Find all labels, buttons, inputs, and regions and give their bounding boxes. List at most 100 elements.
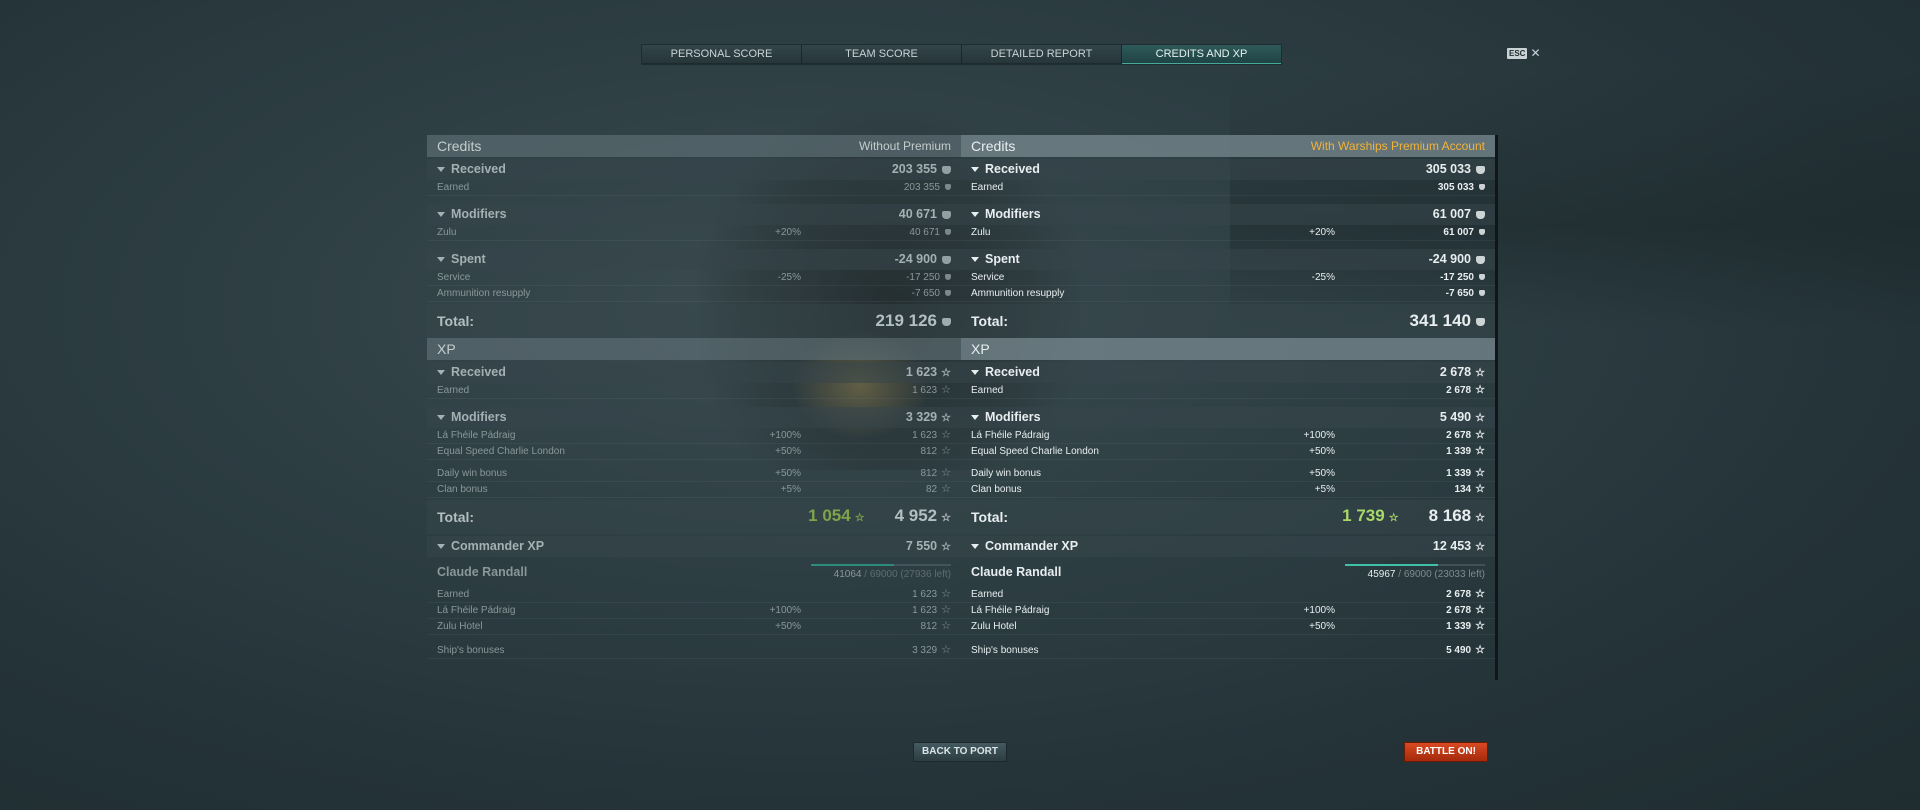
table-row: Ammunition resupply -7 650 xyxy=(961,286,1495,302)
table-row: Earned 2 678 ☆ xyxy=(961,587,1495,603)
credit-coin-icon xyxy=(942,317,951,326)
xp-received-section[interactable]: Received 2 678 ☆ xyxy=(961,362,1495,383)
table-row: Zulu Hotel +50% 1 339 ☆ xyxy=(961,619,1495,635)
star-icon: ☆ xyxy=(941,588,951,600)
credit-coin-icon xyxy=(1476,317,1485,326)
xp-header: XP xyxy=(427,338,961,360)
star-icon: ☆ xyxy=(1475,588,1485,600)
table-row: Lá Fhéile Pádraig +100% 1 623 ☆ xyxy=(427,428,961,444)
star-icon: ☆ xyxy=(1475,467,1485,479)
table-row: Lá Fhéile Pádraig +100% 1 623 ☆ xyxy=(427,603,961,619)
free-xp-value: 1 739 ☆ xyxy=(1342,499,1398,535)
table-row: Lá Fhéile Pádraig +100% 2 678 ☆ xyxy=(961,603,1495,619)
xp-header: XP xyxy=(961,338,1495,360)
credit-coin-icon xyxy=(942,165,951,174)
star-icon: ☆ xyxy=(941,445,951,457)
close-icon: ✕ xyxy=(1530,46,1541,60)
star-icon: ☆ xyxy=(941,512,951,524)
commander-row: Claude Randall 45967 / 69000 (23033 left… xyxy=(971,564,1485,580)
table-row: Zulu +20% 40 671 xyxy=(427,225,961,241)
commander-xp-section[interactable]: Commander XP 7 550 ☆ xyxy=(427,536,961,557)
credit-coin-icon xyxy=(1479,184,1485,191)
star-icon: ☆ xyxy=(1475,512,1485,524)
credit-coin-icon xyxy=(1476,210,1485,219)
star-icon: ☆ xyxy=(1475,620,1485,632)
table-row: Zulu +20% 61 007 xyxy=(961,225,1495,241)
commander-name: Claude Randall xyxy=(437,565,528,579)
table-row: Earned 305 033 xyxy=(961,180,1495,196)
credit-coin-icon xyxy=(1479,229,1485,236)
xp-total: Total: 1 739 ☆ 8 168 ☆ xyxy=(961,500,1495,534)
tab-detailed-report[interactable]: DETAILED REPORT xyxy=(962,45,1122,63)
credit-coin-icon xyxy=(945,274,951,281)
credit-coin-icon xyxy=(945,290,951,297)
star-icon: ☆ xyxy=(1475,412,1485,424)
table-row: Service -25% -17 250 xyxy=(427,270,961,286)
tab-team-score[interactable]: TEAM SCORE xyxy=(802,45,962,63)
xp-received-section[interactable]: Received 1 623 ☆ xyxy=(427,362,961,383)
credits-received-section[interactable]: Received 203 355 xyxy=(427,159,961,180)
table-row: Earned 1 623 ☆ xyxy=(427,587,961,603)
star-icon: ☆ xyxy=(941,483,951,495)
triangle-down-icon xyxy=(971,257,979,262)
triangle-down-icon xyxy=(437,257,445,262)
star-icon: ☆ xyxy=(941,367,951,379)
credit-coin-icon xyxy=(1479,290,1485,297)
table-row: Equal Speed Charlie London +50% 1 339 ☆ xyxy=(961,444,1495,460)
commander-xp-section[interactable]: Commander XP 12 453 ☆ xyxy=(961,536,1495,557)
star-icon: ☆ xyxy=(1475,644,1485,656)
star-icon: ☆ xyxy=(1475,541,1485,553)
star-icon: ☆ xyxy=(941,467,951,479)
star-icon: ☆ xyxy=(1475,367,1485,379)
table-row: Zulu Hotel +50% 812 ☆ xyxy=(427,619,961,635)
credits-modifiers-section[interactable]: Modifiers 61 007 xyxy=(961,204,1495,225)
credit-coin-icon xyxy=(1479,274,1485,281)
triangle-down-icon xyxy=(971,370,979,375)
tab-personal-score[interactable]: PERSONAL SCORE xyxy=(642,45,802,63)
star-icon: ☆ xyxy=(941,604,951,616)
credits-modifiers-section[interactable]: Modifiers 40 671 xyxy=(427,204,961,225)
account-variant: With Warships Premium Account xyxy=(1310,139,1485,153)
table-row: Daily win bonus +50% 812 ☆ xyxy=(427,466,961,482)
table-row: Ship's bonuses 3 329 ☆ xyxy=(427,643,961,659)
triangle-down-icon xyxy=(971,544,979,549)
credit-coin-icon xyxy=(1476,165,1485,174)
triangle-down-icon xyxy=(437,167,445,172)
tab-credits-and-xp[interactable]: CREDITS AND XP xyxy=(1122,45,1281,64)
credits-spent-section[interactable]: Spent -24 900 xyxy=(427,249,961,270)
table-row: Lá Fhéile Pádraig +100% 2 678 ☆ xyxy=(961,428,1495,444)
xp-modifiers-section[interactable]: Modifiers 3 329 ☆ xyxy=(427,407,961,428)
battle-on-button[interactable]: BATTLE ON! xyxy=(1404,742,1488,762)
table-row: Daily win bonus +50% 1 339 ☆ xyxy=(961,466,1495,482)
star-icon: ☆ xyxy=(941,620,951,632)
credits-spent-section[interactable]: Spent -24 900 xyxy=(961,249,1495,270)
credits-title: Credits xyxy=(437,138,482,154)
credits-header: Credits Without Premium xyxy=(427,135,961,157)
table-row: Earned 1 623 ☆ xyxy=(427,383,961,399)
credits-title: Credits xyxy=(971,138,1016,154)
commander-row: Claude Randall 41064 / 69000 (27936 left… xyxy=(437,564,951,580)
section-label: Received xyxy=(451,162,506,176)
credits-total: Total: 341 140 xyxy=(961,304,1495,338)
without-premium-column: Credits Without Premium Received 203 355… xyxy=(427,135,961,680)
star-icon: ☆ xyxy=(941,384,951,396)
table-row: Earned 2 678 ☆ xyxy=(961,383,1495,399)
credits-received-section[interactable]: Received 305 033 xyxy=(961,159,1495,180)
table-row: Earned 203 355 xyxy=(427,180,961,196)
account-variant: Without Premium xyxy=(858,139,951,153)
star-icon: ☆ xyxy=(941,429,951,441)
xp-modifiers-section[interactable]: Modifiers 5 490 ☆ xyxy=(961,407,1495,428)
table-row: Service -25% -17 250 xyxy=(961,270,1495,286)
back-to-port-button[interactable]: BACK TO PORT xyxy=(913,742,1007,762)
close-button[interactable]: ESC ✕ xyxy=(1507,46,1541,60)
commander-name: Claude Randall xyxy=(971,565,1062,579)
table-row: Ship's bonuses 5 490 ☆ xyxy=(961,643,1495,659)
triangle-down-icon xyxy=(971,415,979,420)
triangle-down-icon xyxy=(437,212,445,217)
star-icon: ☆ xyxy=(1475,384,1485,396)
free-xp-value: 1 054 ☆ xyxy=(808,499,864,535)
star-icon: ☆ xyxy=(1388,512,1399,524)
credit-coin-icon xyxy=(1476,255,1485,264)
credit-coin-icon xyxy=(942,255,951,264)
credits-header: Credits With Warships Premium Account xyxy=(961,135,1495,157)
